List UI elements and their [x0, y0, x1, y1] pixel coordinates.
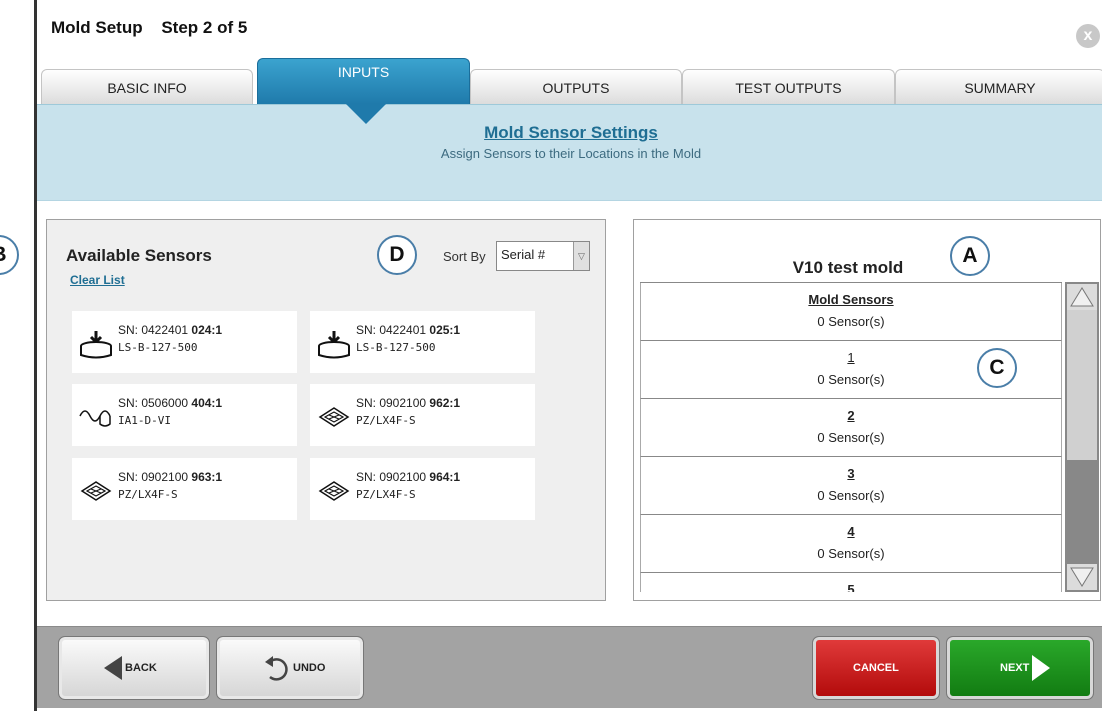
- mold-location-row[interactable]: 4 0 Sensor(s): [640, 515, 1062, 573]
- voltage-input-icon: [79, 410, 111, 427]
- next-label: NEXT: [1000, 662, 1030, 674]
- sensor-model: PZ/LX4F-S: [118, 488, 178, 501]
- location-name[interactable]: 4: [641, 515, 1061, 539]
- sensor-model: IA1-D-VI: [118, 414, 171, 427]
- wizard-tabs: BASIC INFO INPUTS OUTPUTS TEST OUTPUTS S…: [37, 58, 1102, 104]
- bottom-button-bar: BACK UNDO CANCEL NEXT: [37, 626, 1102, 708]
- mold-locations-panel: V10 test mold Mold Sensors 0 Sensor(s) 1…: [633, 219, 1101, 601]
- sensor-serial: SN: 0902100 963:1: [118, 470, 223, 484]
- back-arrow-icon: [104, 656, 122, 680]
- scroll-down-arrow-icon[interactable]: [1067, 564, 1097, 590]
- undo-button[interactable]: UNDO: [216, 636, 364, 700]
- mold-location-list: Mold Sensors 0 Sensor(s) 1 0 Sensor(s) 2…: [640, 282, 1062, 592]
- sensor-serial: SN: 0902100 964:1: [356, 470, 461, 484]
- sort-by-label: Sort By: [443, 249, 486, 264]
- banner-subtitle: Assign Sensors to their Locations in the…: [440, 146, 702, 161]
- location-name[interactable]: 2: [641, 399, 1061, 423]
- sensor-model: LS-B-127-500: [356, 341, 436, 354]
- tab-outputs[interactable]: OUTPUTS: [470, 69, 682, 104]
- tab-basic-info[interactable]: BASIC INFO: [41, 69, 253, 104]
- step-indicator: Step 2 of 5: [161, 18, 248, 37]
- callout-d: D: [377, 235, 417, 275]
- sensor-card[interactable]: SN: 0422401 024:1 LS-B-127-500: [72, 311, 297, 373]
- sensor-card[interactable]: SN: 0902100 962:1 PZ/LX4F-S: [310, 384, 535, 446]
- load-sensor-icon: [318, 331, 350, 359]
- location-name[interactable]: 3: [641, 457, 1061, 481]
- undo-label: UNDO: [293, 662, 326, 674]
- active-tab-pointer: [346, 104, 386, 124]
- mold-location-row[interactable]: 3 0 Sensor(s): [640, 457, 1062, 515]
- sort-by-value: Serial #: [501, 247, 546, 262]
- sensor-model: PZ/LX4F-S: [356, 414, 416, 427]
- mold-setup-window: Mold Setup Step 2 of 5 x BASIC INFO INPU…: [34, 0, 1102, 711]
- callout-b: B: [0, 235, 19, 275]
- sensor-card[interactable]: SN: 0506000 404:1 IA1-D-VI: [72, 384, 297, 446]
- clear-list-link[interactable]: Clear List: [70, 273, 125, 287]
- back-label: BACK: [125, 662, 157, 674]
- tab-summary[interactable]: SUMMARY: [895, 69, 1102, 104]
- available-sensors-panel: Available Sensors Clear List Sort By Ser…: [46, 219, 606, 601]
- location-sensor-count: 0 Sensor(s): [817, 430, 885, 445]
- mold-location-row[interactable]: 2 0 Sensor(s): [640, 399, 1062, 457]
- next-arrow-icon: [1032, 655, 1050, 681]
- mold-location-row[interactable]: 5: [640, 573, 1062, 592]
- sensor-card[interactable]: SN: 0902100 964:1 PZ/LX4F-S: [310, 458, 535, 520]
- sensor-card[interactable]: SN: 0422401 025:1 LS-B-127-500: [310, 311, 535, 373]
- back-button[interactable]: BACK: [58, 636, 210, 700]
- section-banner: Mold Sensor Settings Assign Sensors to t…: [37, 104, 1102, 201]
- location-sensor-count: 0 Sensor(s): [817, 488, 885, 503]
- close-button[interactable]: x: [1076, 24, 1100, 48]
- sensor-serial: SN: 0422401 025:1: [356, 323, 461, 337]
- dropdown-arrow-icon: ▽: [573, 242, 589, 270]
- location-name[interactable]: 5: [641, 573, 1061, 592]
- window-title: Mold Setup Step 2 of 5: [51, 18, 261, 38]
- tab-inputs[interactable]: INPUTS: [257, 58, 470, 104]
- sensor-serial: SN: 0506000 404:1: [118, 396, 223, 410]
- sensor-model: PZ/LX4F-S: [356, 488, 416, 501]
- mold-location-row[interactable]: Mold Sensors 0 Sensor(s): [640, 283, 1062, 341]
- sensor-card[interactable]: SN: 0902100 963:1 PZ/LX4F-S: [72, 458, 297, 520]
- location-name[interactable]: Mold Sensors: [641, 283, 1061, 307]
- sensor-model: LS-B-127-500: [118, 341, 198, 354]
- sensor-serial: SN: 0902100 962:1: [356, 396, 461, 410]
- available-sensors-title: Available Sensors: [66, 246, 212, 265]
- load-sensor-icon: [80, 331, 112, 359]
- scroll-thumb[interactable]: [1067, 310, 1097, 460]
- piezo-sensor-icon: [318, 407, 350, 427]
- callout-a: A: [950, 236, 990, 276]
- cancel-button[interactable]: CANCEL: [812, 636, 940, 700]
- scroll-up-arrow-icon[interactable]: [1067, 284, 1097, 310]
- callout-c: C: [977, 348, 1017, 388]
- next-button[interactable]: NEXT: [946, 636, 1094, 700]
- sensor-serial: SN: 0422401 024:1: [118, 323, 223, 337]
- location-list-scrollbar[interactable]: [1065, 282, 1099, 592]
- location-sensor-count: 0 Sensor(s): [817, 546, 885, 561]
- tab-test-outputs[interactable]: TEST OUTPUTS: [682, 69, 895, 104]
- piezo-sensor-icon: [80, 481, 112, 501]
- sort-by-select[interactable]: Serial # ▽: [496, 241, 590, 271]
- mold-name: V10 test mold: [792, 258, 904, 277]
- location-sensor-count: 0 Sensor(s): [817, 314, 885, 329]
- window-title-text: Mold Setup: [51, 18, 143, 37]
- cancel-label: CANCEL: [853, 662, 899, 674]
- undo-icon: [265, 656, 288, 681]
- piezo-sensor-icon: [318, 481, 350, 501]
- banner-title[interactable]: Mold Sensor Settings: [37, 123, 1102, 143]
